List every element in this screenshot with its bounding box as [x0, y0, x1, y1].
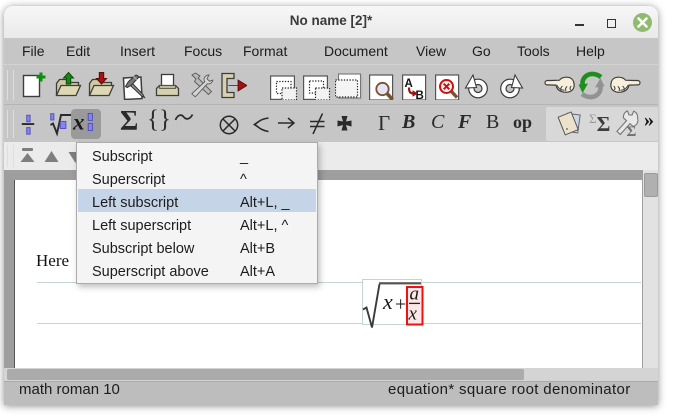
- svg-text:x: x: [382, 289, 393, 314]
- svg-text:Σ: Σ: [627, 124, 637, 138]
- svg-text:+: +: [395, 294, 406, 316]
- svg-text:x: x: [408, 304, 418, 325]
- svg-text:x: x: [72, 110, 85, 135]
- svg-text:B: B: [415, 90, 423, 100]
- svg-text:a: a: [410, 284, 420, 305]
